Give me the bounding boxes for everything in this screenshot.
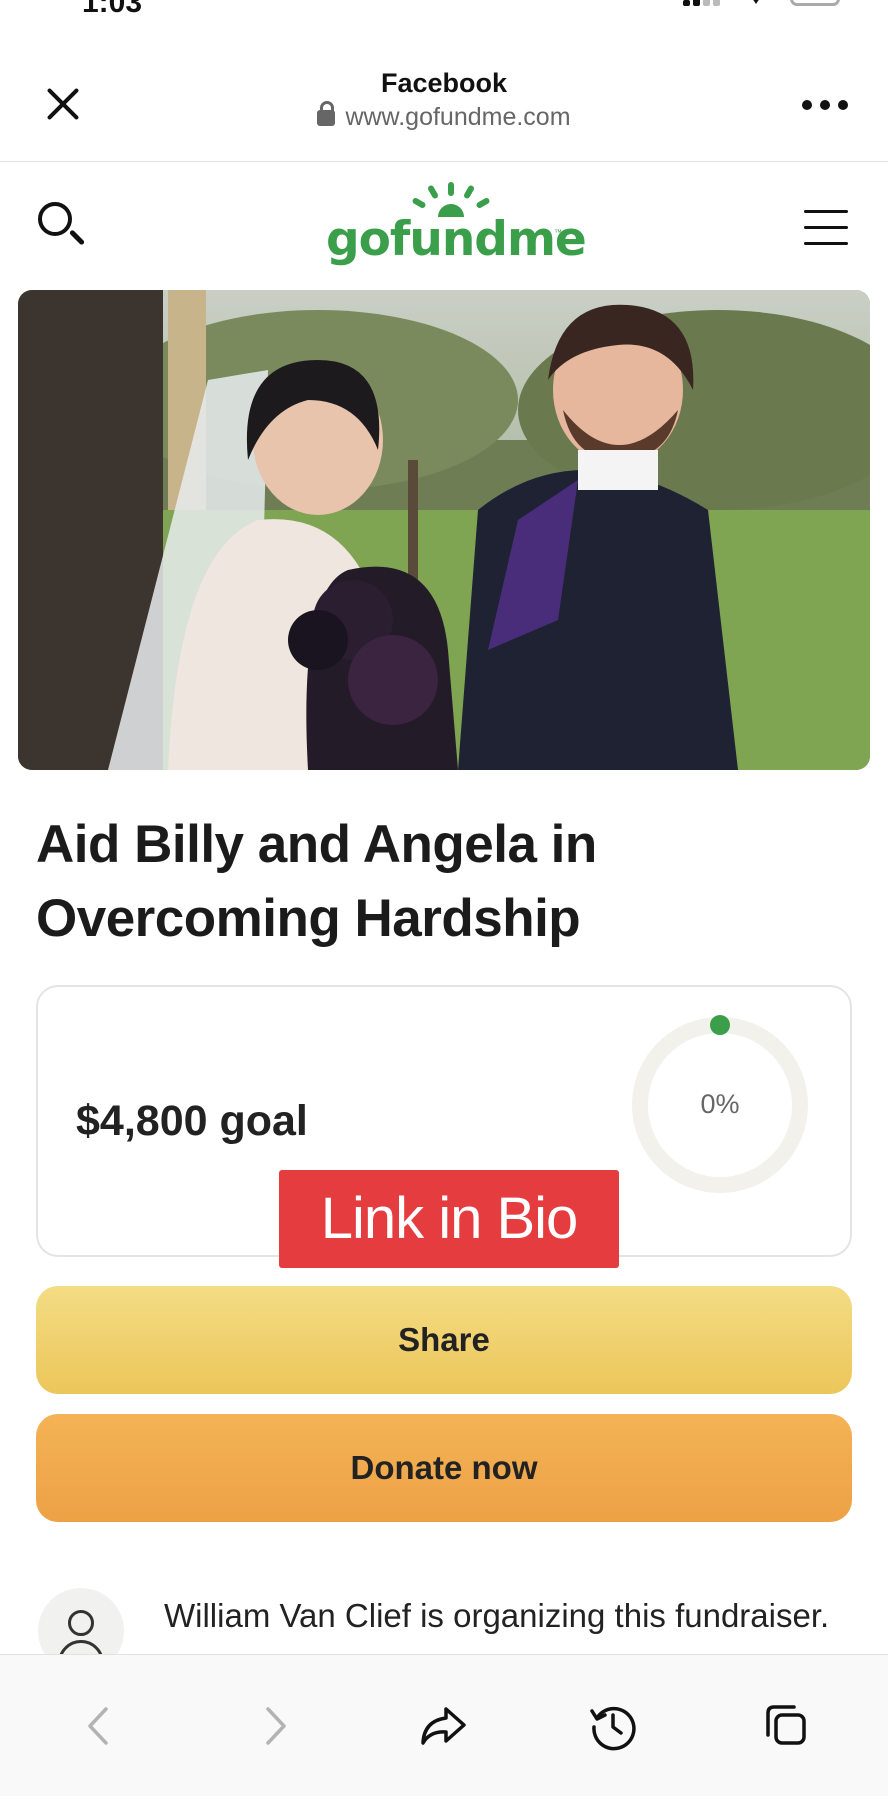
url-text: www.gofundme.com xyxy=(345,103,571,131)
more-icon[interactable] xyxy=(802,100,848,112)
tabs-icon[interactable] xyxy=(760,1701,810,1751)
battery-icon xyxy=(790,0,840,6)
share-button[interactable]: Share xyxy=(36,1286,852,1394)
campaign-photo[interactable] xyxy=(18,290,870,770)
browser-toolbar xyxy=(0,1654,888,1796)
wifi-icon xyxy=(748,0,764,4)
lock-icon xyxy=(317,101,336,126)
search-icon[interactable] xyxy=(38,202,88,252)
link-in-bio-banner: Link in Bio xyxy=(279,1170,619,1268)
history-icon[interactable] xyxy=(588,1701,638,1751)
back-icon[interactable] xyxy=(76,1701,126,1751)
goal-amount: $4,800 goal xyxy=(76,1097,308,1145)
campaign-title: Aid Billy and Angela in Overcoming Hards… xyxy=(36,815,597,948)
donate-button[interactable]: Donate now xyxy=(36,1414,852,1522)
signal-icon xyxy=(683,0,729,6)
gofundme-logo[interactable]: gofundme ™ xyxy=(324,182,587,272)
site-nav: gofundme ™ xyxy=(0,162,888,286)
share-icon[interactable] xyxy=(418,1701,468,1751)
status-bar: 1:03 xyxy=(0,0,888,19)
logo-text: gofundme xyxy=(326,212,587,267)
organizer-text: William Van Clief is organizing this fun… xyxy=(164,1597,830,1634)
menu-icon[interactable] xyxy=(804,210,848,246)
url-bar[interactable]: www.gofundme.com xyxy=(0,101,888,132)
status-time: 1:03 xyxy=(82,0,143,19)
progress-percent: 0% xyxy=(700,1089,740,1119)
forward-icon[interactable] xyxy=(248,1701,298,1751)
in-app-browser-header: Facebook www.gofundme.com xyxy=(0,18,888,162)
logo-trademark: ™ xyxy=(554,228,562,237)
page-source-title: Facebook xyxy=(380,68,508,98)
